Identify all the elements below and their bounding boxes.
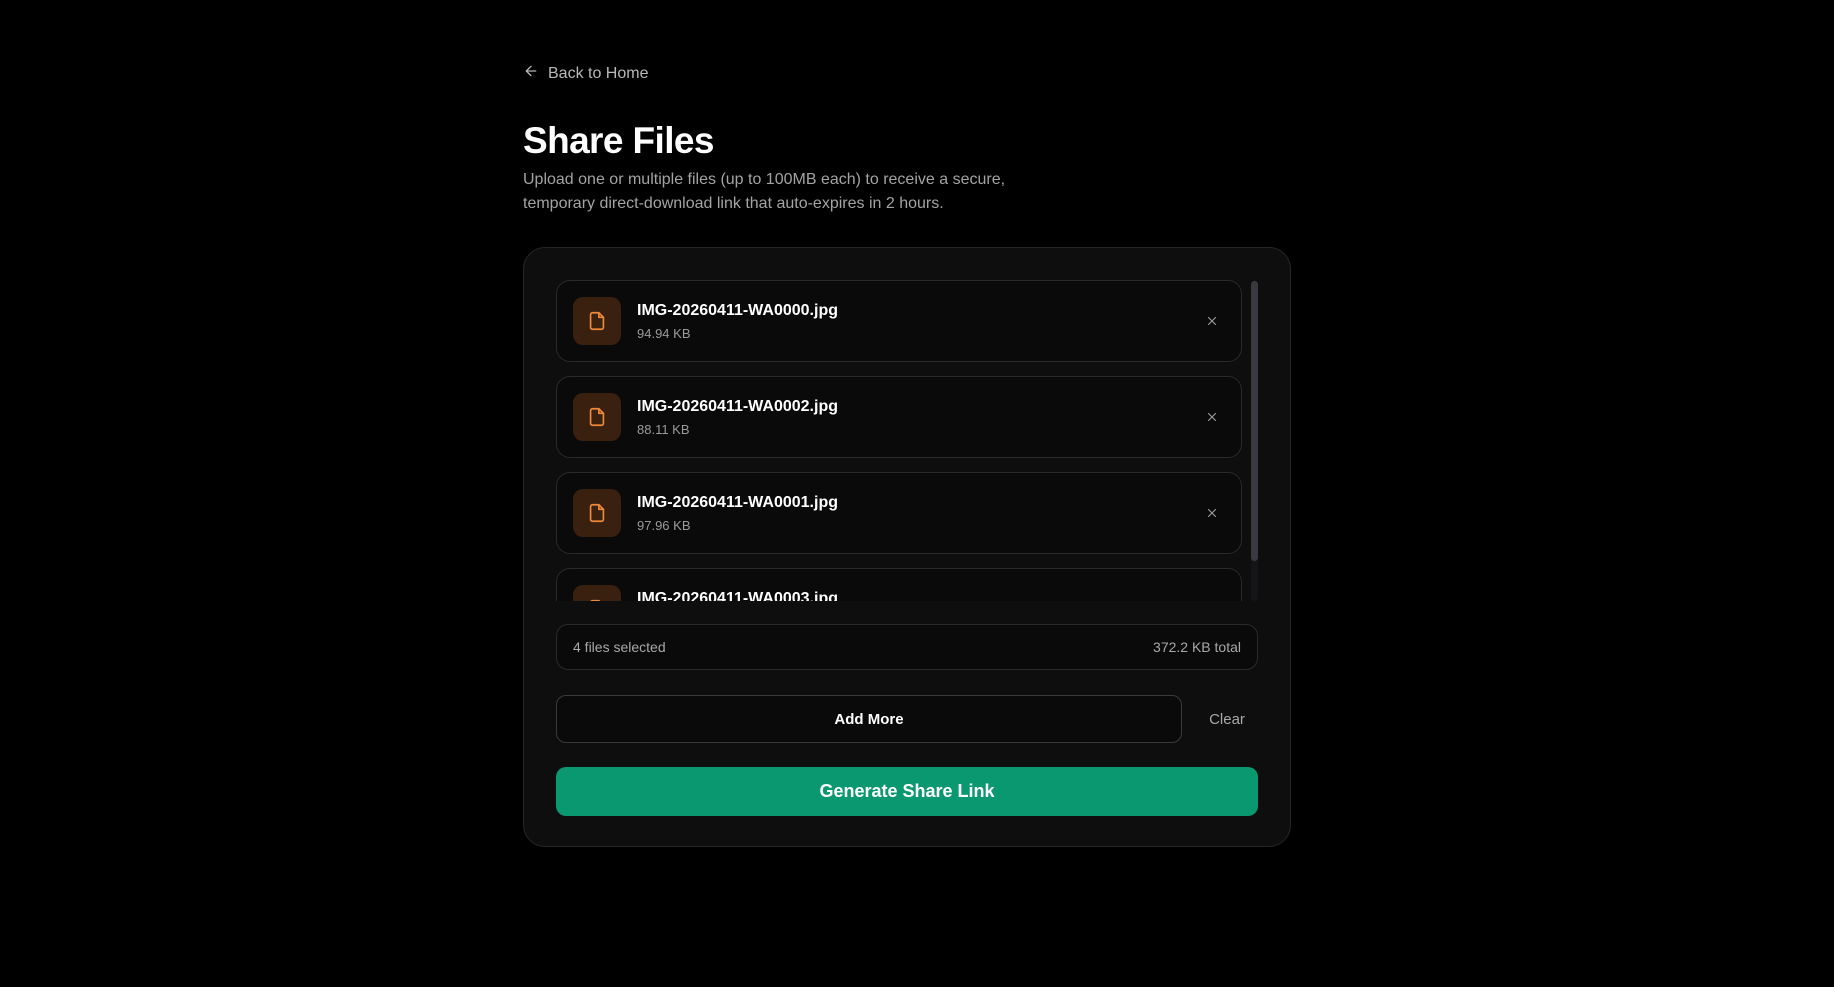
generate-share-link-button[interactable]: Generate Share Link	[556, 767, 1258, 816]
file-icon	[573, 297, 621, 345]
scrollbar-thumb[interactable]	[1251, 281, 1258, 561]
file-icon	[573, 585, 621, 601]
files-total-size: 372.2 KB total	[1153, 639, 1241, 655]
back-link-label: Back to Home	[548, 64, 649, 82]
file-name: IMG-20260411-WA0002.jpg	[637, 398, 838, 415]
file-name: IMG-20260411-WA0000.jpg	[637, 302, 838, 319]
page-title: Share Files	[523, 120, 714, 161]
file-icon	[573, 489, 621, 537]
selection-summary: 4 files selected 372.2 KB total	[556, 624, 1258, 670]
upload-card: IMG-20260411-WA0000.jpg 94.94 KB IMG-202…	[523, 247, 1291, 847]
clear-button[interactable]: Clear	[1196, 695, 1258, 743]
remove-file-button[interactable]	[1203, 312, 1221, 330]
back-to-home-link[interactable]: Back to Home	[523, 63, 648, 84]
file-list-item: IMG-20260411-WA0000.jpg 94.94 KB	[556, 280, 1242, 362]
arrow-left-icon	[523, 63, 539, 84]
file-size: 94.94 KB	[637, 326, 691, 341]
file-size: 88.11 KB	[637, 422, 690, 437]
close-icon	[1207, 508, 1217, 518]
file-list-item: IMG-20260411-WA0001.jpg 97.96 KB	[556, 472, 1242, 554]
file-list-scrollbar[interactable]	[1251, 281, 1258, 601]
remove-file-button[interactable]	[1203, 504, 1221, 522]
remove-file-button[interactable]	[1203, 408, 1221, 426]
close-icon	[1207, 412, 1217, 422]
page-subtitle: Upload one or multiple files (up to 100M…	[523, 171, 1006, 212]
file-list-item: IMG-20260411-WA0003.jpg	[556, 568, 1242, 601]
close-icon	[1207, 316, 1217, 326]
files-selected-count: 4 files selected	[573, 639, 666, 655]
file-list-item: IMG-20260411-WA0002.jpg 88.11 KB	[556, 376, 1242, 458]
add-more-button[interactable]: Add More	[556, 695, 1182, 743]
file-list: IMG-20260411-WA0000.jpg 94.94 KB IMG-202…	[556, 280, 1258, 601]
file-size: 97.96 KB	[637, 518, 691, 533]
file-name: IMG-20260411-WA0001.jpg	[637, 494, 838, 511]
file-name: IMG-20260411-WA0003.jpg	[637, 590, 838, 601]
file-icon	[573, 393, 621, 441]
remove-file-button[interactable]	[1203, 600, 1221, 601]
